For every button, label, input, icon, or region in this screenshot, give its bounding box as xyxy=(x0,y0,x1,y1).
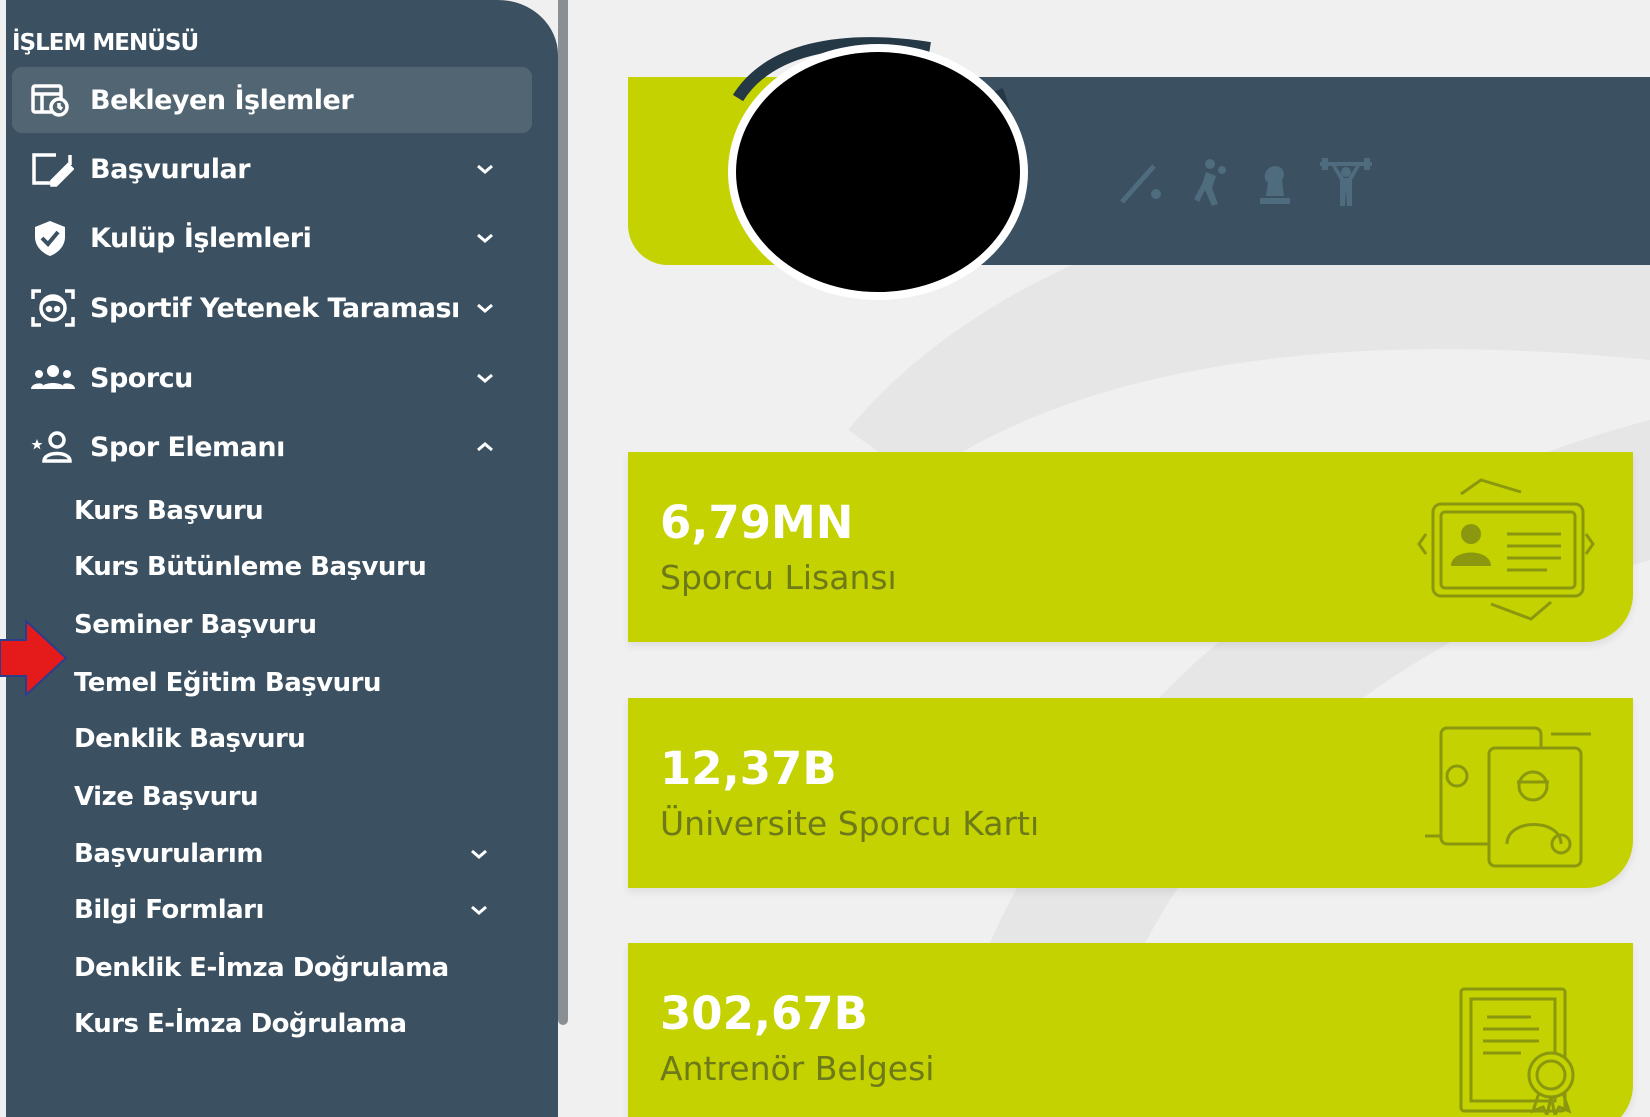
stat-value: 302,67B xyxy=(660,987,868,1040)
sidebar-subitem-label: Denklik E-İmza Doğrulama xyxy=(74,953,449,983)
hockey-stick-icon xyxy=(1116,158,1166,212)
chevron-up-icon[interactable] xyxy=(470,441,500,453)
chevron-down-icon[interactable] xyxy=(470,302,500,314)
sidebar-subitem-label: Seminer Başvuru xyxy=(74,610,317,640)
chevron-down-icon[interactable] xyxy=(464,904,494,916)
sidebar-item-label: Spor Elemanı xyxy=(90,431,285,463)
sidebar-subitem-label: Denklik Başvuru xyxy=(74,724,306,754)
sidebar-subitem-kurs-basvuru[interactable]: Kurs Başvuru xyxy=(74,486,534,536)
sidebar-subitem-bilgi-formlari[interactable]: Bilgi Formları xyxy=(74,885,534,935)
sidebar-scrollbar[interactable] xyxy=(558,0,568,1025)
sidebar-item-label: Kulüp İşlemleri xyxy=(90,222,312,254)
sidebar-menu: İŞLEM MENÜSÜ Bekleyen İşlemler Başvurula… xyxy=(6,0,558,1117)
menu-title: İŞLEM MENÜSÜ xyxy=(12,30,199,56)
sidebar-subitem-basvurularim[interactable]: Başvurularım xyxy=(74,829,534,879)
chevron-down-icon[interactable] xyxy=(470,232,500,244)
sidebar-subitem-label: Bilgi Formları xyxy=(74,895,264,925)
sidebar-subitem-label: Temel Eğitim Başvuru xyxy=(74,668,382,698)
sidebar-subitem-label: Kurs Başvuru xyxy=(74,496,264,526)
weightlifting-icon xyxy=(1318,158,1374,212)
sidebar-subitem-denklik-e-imza-dogrulama[interactable]: Denklik E-İmza Doğrulama xyxy=(74,943,534,993)
sidebar-item-label: Başvurular xyxy=(90,153,251,185)
license-card-icon xyxy=(1417,478,1595,621)
red-arrow-icon xyxy=(0,618,68,698)
certificate-icon xyxy=(1459,987,1575,1115)
sidebar-subitem-denklik-basvuru[interactable]: Denklik Başvuru xyxy=(74,714,534,764)
handball-icon xyxy=(1190,158,1230,212)
sidebar-item-label: Sporcu xyxy=(90,362,193,394)
sidebar-item-kulup-islemleri[interactable]: Kulüp İşlemleri xyxy=(12,205,532,271)
chevron-down-icon[interactable] xyxy=(470,163,500,175)
stat-card-sporcu-lisansi[interactable]: 6,79MN Sporcu Lisansı xyxy=(628,452,1633,642)
sidebar-subitem-vize-basvuru[interactable]: Vize Başvuru xyxy=(74,772,534,822)
sidebar-subitem-kurs-e-imza-dogrulama[interactable]: Kurs E-İmza Doğrulama xyxy=(74,999,534,1049)
sidebar-item-label: Bekleyen İşlemler xyxy=(90,84,354,116)
sidebar-item-basvurular[interactable]: Başvurular xyxy=(12,136,532,202)
sidebar-subitem-kurs-butunleme-basvuru[interactable]: Kurs Bütünleme Başvuru xyxy=(74,542,534,592)
sidebar-subitem-label: Kurs Bütünleme Başvuru xyxy=(74,552,427,582)
user-star-icon xyxy=(30,427,76,467)
sidebar-item-sportif-yetenek-taramasi[interactable]: Sportif Yetenek Taraması xyxy=(12,275,532,341)
sidebar-subitem-label: Başvurularım xyxy=(74,839,263,869)
stat-card-antrenor-belgesi[interactable]: 302,67B Antrenör Belgesi xyxy=(628,943,1633,1117)
stat-label: Antrenör Belgesi xyxy=(660,1049,935,1088)
shield-check-icon xyxy=(30,218,76,258)
sidebar-subitem-temel-egitim-basvuru[interactable]: Temel Eğitim Başvuru xyxy=(74,658,534,708)
sidebar-subitem-label: Kurs E-İmza Doğrulama xyxy=(74,1009,407,1039)
face-scan-icon xyxy=(30,288,76,328)
stat-card-universite-sporcu-karti[interactable]: 12,37B Üniversite Sporcu Kartı xyxy=(628,698,1633,888)
stat-label: Sporcu Lisansı xyxy=(660,558,897,597)
athlete-card-icon xyxy=(1425,726,1591,868)
pending-list-icon xyxy=(30,80,76,120)
stat-label: Üniversite Sporcu Kartı xyxy=(660,804,1040,843)
chevron-down-icon[interactable] xyxy=(464,848,494,860)
sidebar-subitem-label: Vize Başvuru xyxy=(74,782,259,812)
users-group-icon xyxy=(30,358,76,398)
stat-value: 12,37B xyxy=(660,742,837,795)
edit-form-icon xyxy=(30,149,76,189)
sidebar-item-spor-elemani[interactable]: Spor Elemanı xyxy=(12,414,532,480)
main-content: 6,79MN Sporcu Lisansı 12,37B Üniversite … xyxy=(568,0,1650,1117)
chevron-down-icon[interactable] xyxy=(470,372,500,384)
sidebar-subitem-seminer-basvuru[interactable]: Seminer Başvuru xyxy=(74,600,534,650)
sport-icons xyxy=(1116,158,1374,212)
sidebar-item-sporcu[interactable]: Sporcu xyxy=(12,345,532,411)
stat-value: 6,79MN xyxy=(660,496,854,549)
avatar[interactable] xyxy=(698,20,1058,320)
chess-icon xyxy=(1254,158,1294,212)
sidebar-item-bekleyen-islemler[interactable]: Bekleyen İşlemler xyxy=(12,67,532,133)
sidebar-item-label: Sportif Yetenek Taraması xyxy=(90,292,460,324)
